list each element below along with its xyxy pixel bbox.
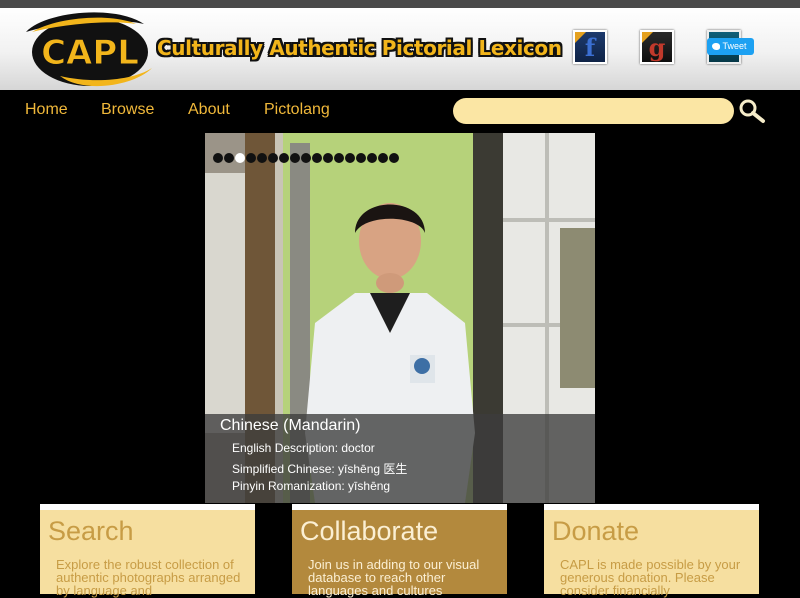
site-header: CAPL Culturally Authentic Pictorial Lexi…: [0, 8, 800, 90]
corner-ribbon: [642, 32, 653, 43]
site-title[interactable]: Culturally Authentic Pictorial Lexicon: [157, 28, 567, 68]
caption-language: Chinese (Mandarin): [220, 417, 361, 434]
slide-dot[interactable]: [268, 153, 278, 163]
capl-logo[interactable]: CAPL: [24, 10, 154, 90]
tweet-button[interactable]: Tweet: [707, 38, 754, 55]
feature-text: Explore the robust collection of authent…: [56, 557, 241, 598]
slide-dot[interactable]: [389, 153, 399, 163]
slide-dot[interactable]: [213, 153, 223, 163]
slide-dot[interactable]: [224, 153, 234, 163]
slide-dot[interactable]: [334, 153, 344, 163]
facebook-button[interactable]: f: [573, 30, 607, 64]
slide-dot[interactable]: [367, 153, 377, 163]
svg-text:CAPL: CAPL: [41, 33, 139, 73]
slide-dot[interactable]: [257, 153, 267, 163]
slide-dot[interactable]: [345, 153, 355, 163]
collaborate-feature-box[interactable]: Collaborate Join us in adding to our vis…: [292, 504, 507, 598]
slide-dot[interactable]: [301, 153, 311, 163]
slide-dot[interactable]: [323, 153, 333, 163]
nav-about[interactable]: About: [188, 90, 230, 132]
search-input[interactable]: [453, 98, 734, 124]
caption-simplified: Simplified Chinese: yīshēng 医生: [232, 462, 408, 476]
feature-text: Join us in adding to our visual database…: [308, 557, 480, 598]
slide-dot[interactable]: [378, 153, 388, 163]
magnifier-icon[interactable]: [738, 98, 766, 124]
corner-ribbon: [575, 32, 586, 43]
slide-dot[interactable]: [312, 153, 322, 163]
tweet-label: Tweet: [722, 41, 747, 51]
slide-dot[interactable]: [290, 153, 300, 163]
top-strip: [0, 0, 800, 8]
google-plus-button[interactable]: g: [640, 30, 674, 64]
twitter-bird-icon: [712, 43, 720, 50]
donate-feature-box[interactable]: Donate CAPL is made possible by your gen…: [544, 504, 759, 598]
slide-dot[interactable]: [246, 153, 256, 163]
feature-title: Search: [48, 516, 134, 546]
feature-title: Donate: [552, 516, 640, 546]
nav-home[interactable]: Home: [25, 90, 68, 132]
slideshow-pager: [213, 153, 399, 163]
slide-dot[interactable]: [279, 153, 289, 163]
search-feature-box[interactable]: Search Explore the robust collection of …: [40, 504, 255, 598]
caption-pinyin: Pinyin Romanization: yīshēng: [232, 479, 391, 493]
slide-dot[interactable]: [356, 153, 366, 163]
slideshow[interactable]: Chinese (Mandarin) English Description: …: [205, 133, 595, 503]
feature-title: Collaborate: [300, 516, 439, 546]
nav-pictolang[interactable]: Pictolang: [264, 90, 330, 132]
nav-browse[interactable]: Browse: [101, 90, 154, 132]
feature-text: CAPL is made possible by your generous d…: [560, 557, 741, 598]
caption-english: English Description: doctor: [232, 441, 375, 455]
slide-dot[interactable]: [235, 153, 245, 163]
slide-caption: Chinese (Mandarin) English Description: …: [205, 414, 595, 503]
